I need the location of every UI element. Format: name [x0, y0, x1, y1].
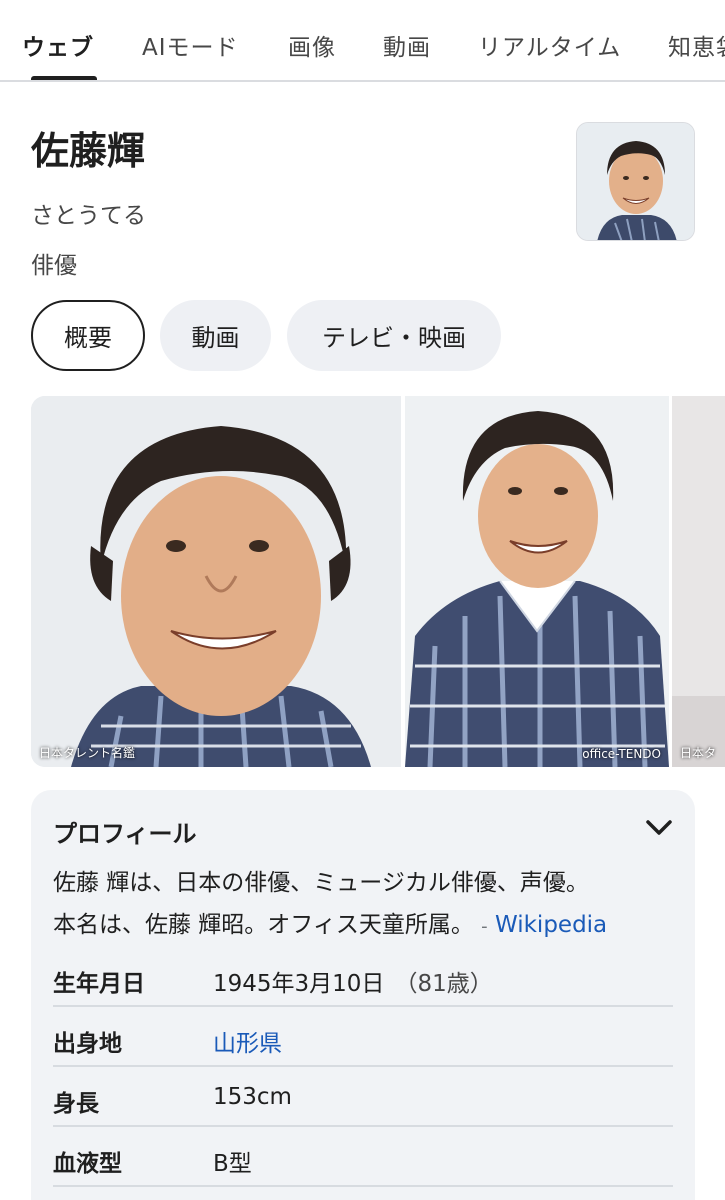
row-label: 出身地	[53, 1031, 122, 1057]
entity-thumbnail[interactable]	[576, 122, 695, 241]
entity-reading: さとうてる	[31, 203, 146, 229]
birthdate-value: 1945年3月10日	[213, 971, 385, 997]
tab-images[interactable]: 画像	[288, 28, 336, 62]
row-value: 1945年3月10日 （81歳）	[213, 964, 493, 998]
image-result-2[interactable]: office-TENDO	[405, 396, 669, 767]
profile-row-birthplace: 出身地 山形県	[53, 1008, 673, 1067]
birthplace-link[interactable]: 山形県	[213, 1024, 282, 1058]
chip-tv-movies[interactable]: テレビ・映画	[287, 300, 501, 371]
chevron-down-icon[interactable]	[644, 814, 674, 840]
active-tab-indicator	[31, 76, 97, 80]
age-value: （81歳）	[394, 971, 493, 997]
wikipedia-link[interactable]: Wikipedia	[495, 912, 607, 938]
profile-row-blood-type: 血液型 B型	[53, 1128, 673, 1187]
image-result-3[interactable]: 日本タ	[672, 396, 725, 767]
profile-row-birthdate: 生年月日 1945年3月10日 （81歳）	[53, 948, 673, 1007]
chip-videos[interactable]: 動画	[160, 300, 271, 371]
image-credit: 日本タ	[680, 746, 717, 760]
tab-videos[interactable]: 動画	[383, 28, 431, 62]
description-line: 佐藤 輝は、日本の俳優、ミュージカル俳優、声優。	[53, 870, 589, 896]
entity-name: 佐藤輝	[31, 129, 146, 173]
profile-card: プロフィール 佐藤 輝は、日本の俳優、ミュージカル俳優、声優。 本名は、佐藤 輝…	[31, 790, 695, 1200]
row-label: 血液型	[53, 1151, 122, 1177]
row-value: B型	[213, 1151, 252, 1177]
chip-overview[interactable]: 概要	[31, 300, 145, 371]
image-result-1[interactable]: 日本タレント名鑑	[31, 396, 401, 767]
image-credit: 日本タレント名鑑	[39, 746, 136, 760]
search-tabs: ウェブ AIモード 画像 動画 リアルタイム 知恵袋	[0, 0, 725, 82]
profile-description: 佐藤 輝は、日本の俳優、ミュージカル俳優、声優。 本名は、佐藤 輝昭。オフィス天…	[53, 862, 683, 948]
entity-occupation: 俳優	[31, 253, 77, 279]
tab-web[interactable]: ウェブ	[22, 28, 94, 62]
source-separator: -	[481, 916, 488, 937]
description-line: 本名は、佐藤 輝昭。オフィス天童所属。	[53, 912, 474, 938]
row-label: 生年月日	[53, 971, 145, 997]
row-value: 153cm	[213, 1084, 292, 1110]
row-label: 身長	[53, 1091, 99, 1117]
tab-ai-mode[interactable]: AIモード	[142, 28, 239, 62]
tab-chiebukuro[interactable]: 知恵袋	[668, 28, 725, 62]
profile-title: プロフィール	[53, 820, 197, 848]
tab-realtime[interactable]: リアルタイム	[478, 28, 621, 62]
image-credit: office-TENDO	[582, 747, 661, 761]
profile-row-height: 身長 153cm	[53, 1068, 673, 1127]
